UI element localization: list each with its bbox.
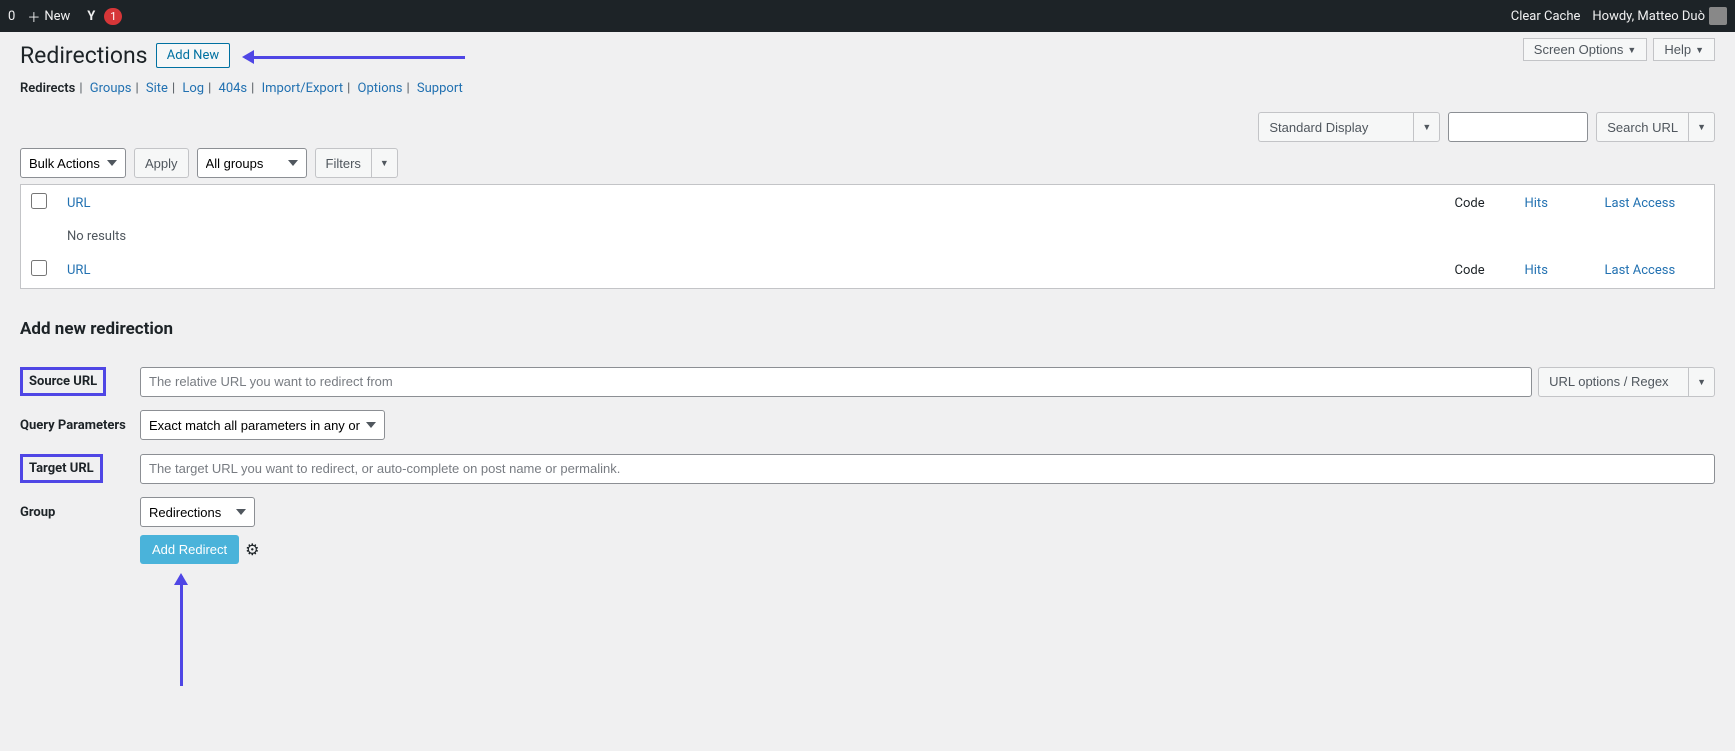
select-all-checkbox-foot[interactable] — [31, 260, 47, 276]
nav-site[interactable]: Site — [146, 81, 168, 96]
plus-icon: ＋ — [27, 7, 40, 26]
chevron-down-icon: ▼ — [1627, 45, 1636, 55]
source-url-input[interactable] — [140, 367, 1532, 397]
search-input[interactable] — [1448, 112, 1588, 142]
clear-cache-link[interactable]: Clear Cache — [1511, 9, 1581, 24]
nav-options[interactable]: Options — [358, 81, 403, 96]
add-new-button[interactable]: Add New — [156, 43, 230, 68]
select-all-checkbox[interactable] — [31, 193, 47, 209]
col-url-foot[interactable]: URL — [67, 263, 90, 278]
admin-bar-yoast[interactable]: Y 1 — [82, 7, 122, 25]
add-redirect-button[interactable]: Add Redirect — [140, 535, 239, 564]
notice-badge: 1 — [104, 8, 122, 25]
query-params-select[interactable]: Exact match all parameters in any order — [140, 410, 385, 440]
col-last-access-foot[interactable]: Last Access — [1605, 263, 1676, 278]
label-query-params: Query Parameters — [20, 410, 140, 440]
label-source-url: Source URL — [20, 367, 106, 396]
chevron-down-icon: ▼ — [1695, 45, 1704, 55]
redirects-table: URL Code Hits Last Access No results URL… — [20, 184, 1715, 289]
url-options-dropdown[interactable]: ▼ — [1688, 367, 1715, 397]
help-button[interactable]: Help ▼ — [1653, 38, 1715, 61]
group-filter-select[interactable]: All groups — [197, 148, 307, 178]
chevron-down-icon: ▼ — [1697, 122, 1706, 132]
screen-options-button[interactable]: Screen Options ▼ — [1523, 38, 1648, 61]
label-group: Group — [20, 497, 140, 527]
apply-button[interactable]: Apply — [134, 148, 189, 178]
col-code-foot: Code — [1445, 252, 1515, 289]
target-url-input[interactable] — [140, 454, 1715, 484]
label-target-url: Target URL — [20, 454, 103, 483]
no-results-cell: No results — [57, 221, 1715, 252]
nav-redirects[interactable]: Redirects — [20, 81, 75, 96]
url-options-button[interactable]: URL options / Regex — [1538, 367, 1688, 397]
search-url-button[interactable]: Search URL — [1596, 112, 1688, 142]
display-mode-dropdown[interactable]: ▼ — [1413, 112, 1440, 142]
nav-groups[interactable]: Groups — [90, 81, 132, 96]
filters-dropdown[interactable]: ▼ — [371, 148, 398, 178]
search-url-dropdown[interactable]: ▼ — [1688, 112, 1715, 142]
chevron-down-icon: ▼ — [380, 158, 389, 168]
group-select[interactable]: Redirections — [140, 497, 255, 527]
nav-log[interactable]: Log — [182, 81, 204, 96]
col-hits-foot[interactable]: Hits — [1525, 263, 1548, 278]
col-url[interactable]: URL — [67, 196, 90, 211]
nav-support[interactable]: Support — [417, 81, 463, 96]
gear-icon[interactable]: ⚙ — [245, 540, 259, 559]
display-mode-select[interactable]: Standard Display — [1258, 112, 1413, 142]
col-code: Code — [1445, 185, 1515, 222]
filters-button[interactable]: Filters — [315, 148, 371, 178]
yoast-icon: Y — [82, 7, 100, 25]
col-hits[interactable]: Hits — [1525, 196, 1548, 211]
admin-bar: 0 ＋New Y 1 Clear Cache Howdy, Matteo Duò — [0, 0, 1735, 32]
chevron-down-icon: ▼ — [1697, 377, 1706, 387]
annotation-arrow-vertical — [180, 576, 183, 686]
col-last-access[interactable]: Last Access — [1605, 196, 1676, 211]
avatar — [1709, 7, 1727, 25]
annotation-arrow-horizontal — [245, 56, 465, 59]
nav-import-export[interactable]: Import/Export — [262, 81, 344, 96]
admin-bar-comments[interactable]: 0 — [8, 9, 15, 24]
chevron-down-icon: ▼ — [1422, 122, 1431, 132]
nav-404s[interactable]: 404s — [219, 81, 248, 96]
admin-bar-new[interactable]: ＋New — [27, 7, 70, 26]
howdy-link[interactable]: Howdy, Matteo Duò — [1592, 7, 1727, 25]
bulk-actions-select[interactable]: Bulk Actions — [20, 148, 126, 178]
add-new-section-title: Add new redirection — [20, 319, 1715, 339]
page-title: Redirections — [20, 42, 148, 69]
sub-nav: Redirects| Groups| Site| Log| 404s| Impo… — [20, 81, 1715, 96]
